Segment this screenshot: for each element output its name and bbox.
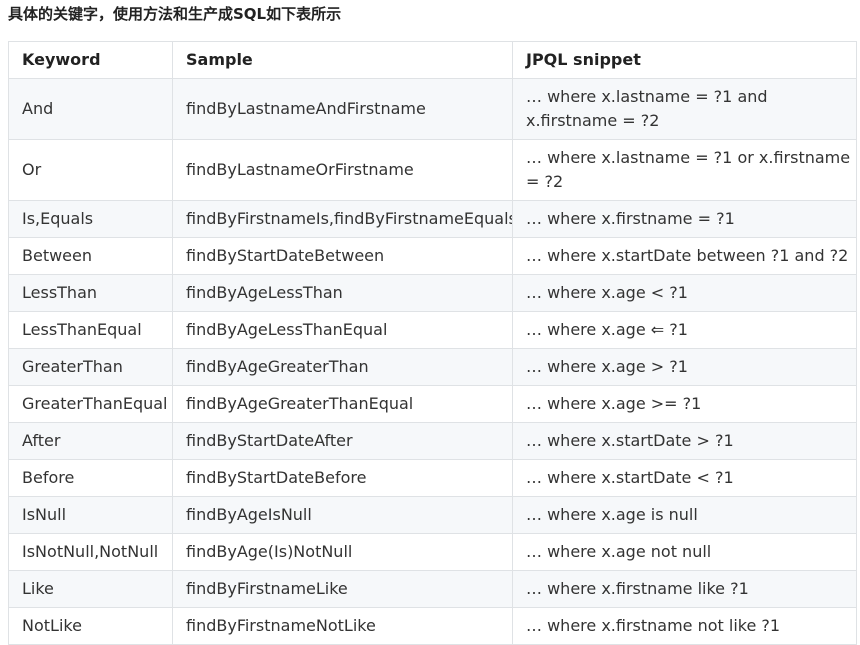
table-row: LessThanEqual findByAgeLessThanEqual … w… [8, 311, 857, 349]
keyword-cell: IsNotNull,NotNull [8, 533, 173, 571]
sample-cell: findByFirstnameNotLike [172, 607, 513, 645]
table-row: And findByLastnameAndFirstname … where x… [8, 78, 857, 140]
snippet-cell: … where x.age > ?1 [512, 348, 857, 386]
keyword-cell: Like [8, 570, 173, 608]
snippet-cell: … where x.age not null [512, 533, 857, 571]
sample-cell: findByAgeLessThanEqual [172, 311, 513, 349]
sample-cell: findByAgeGreaterThanEqual [172, 385, 513, 423]
table-row: LessThan findByAgeLessThan … where x.age… [8, 274, 857, 312]
column-header-keyword: Keyword [8, 41, 173, 79]
sample-cell: findByLastnameOrFirstname [172, 139, 513, 201]
keyword-cell: Between [8, 237, 173, 275]
table-header-row: Keyword Sample JPQL snippet [8, 41, 857, 79]
snippet-cell: … where x.firstname like ?1 [512, 570, 857, 608]
snippet-cell: … where x.startDate > ?1 [512, 422, 857, 460]
keyword-cell: NotLike [8, 607, 173, 645]
snippet-cell: … where x.lastname = ?1 or x.firstname =… [512, 139, 857, 201]
sample-cell: findByAgeIsNull [172, 496, 513, 534]
keyword-cell: GreaterThan [8, 348, 173, 386]
sample-cell: findByStartDateAfter [172, 422, 513, 460]
snippet-cell: … where x.startDate between ?1 and ?2 [512, 237, 857, 275]
keyword-cell: And [8, 78, 173, 140]
keyword-cell: LessThanEqual [8, 311, 173, 349]
keyword-cell: After [8, 422, 173, 460]
table-row: Or findByLastnameOrFirstname … where x.l… [8, 139, 857, 201]
snippet-cell: … where x.firstname = ?1 [512, 200, 857, 238]
keyword-table: Keyword Sample JPQL snippet And findByLa… [8, 41, 857, 645]
keyword-cell: LessThan [8, 274, 173, 312]
sample-cell: findByFirstnameLike [172, 570, 513, 608]
keyword-cell: IsNull [8, 496, 173, 534]
keyword-cell: Or [8, 139, 173, 201]
table-row: GreaterThanEqual findByAgeGreaterThanEqu… [8, 385, 857, 423]
table-row: Like findByFirstnameLike … where x.first… [8, 570, 857, 608]
table-row: NotLike findByFirstnameNotLike … where x… [8, 607, 857, 645]
sample-cell: findByAge(Is)NotNull [172, 533, 513, 571]
sample-cell: findByStartDateBetween [172, 237, 513, 275]
sample-cell: findByAgeLessThan [172, 274, 513, 312]
keyword-cell: GreaterThanEqual [8, 385, 173, 423]
column-header-sample: Sample [172, 41, 513, 79]
sample-cell: findByFirstnameIs,findByFirstnameEquals [172, 200, 513, 238]
snippet-cell: … where x.age is null [512, 496, 857, 534]
table-row: IsNull findByAgeIsNull … where x.age is … [8, 496, 857, 534]
table-row: Between findByStartDateBetween … where x… [8, 237, 857, 275]
table-row: After findByStartDateAfter … where x.sta… [8, 422, 857, 460]
snippet-cell: … where x.age >= ?1 [512, 385, 857, 423]
table-row: GreaterThan findByAgeGreaterThan … where… [8, 348, 857, 386]
table-row: IsNotNull,NotNull findByAge(Is)NotNull …… [8, 533, 857, 571]
table-row: Before findByStartDateBefore … where x.s… [8, 459, 857, 497]
column-header-jpql-snippet: JPQL snippet [512, 41, 857, 79]
sample-cell: findByAgeGreaterThan [172, 348, 513, 386]
table-row: Is,Equals findByFirstnameIs,findByFirstn… [8, 200, 857, 238]
sample-cell: findByStartDateBefore [172, 459, 513, 497]
snippet-cell: … where x.lastname = ?1 and x.firstname … [512, 78, 857, 140]
page-heading: 具体的关键字，使用方法和生产成SQL如下表所示 [8, 5, 342, 23]
keyword-cell: Is,Equals [8, 200, 173, 238]
snippet-cell: … where x.age ⇐ ?1 [512, 311, 857, 349]
snippet-cell: … where x.firstname not like ?1 [512, 607, 857, 645]
keyword-cell: Before [8, 459, 173, 497]
snippet-cell: … where x.age < ?1 [512, 274, 857, 312]
snippet-cell: … where x.startDate < ?1 [512, 459, 857, 497]
sample-cell: findByLastnameAndFirstname [172, 78, 513, 140]
